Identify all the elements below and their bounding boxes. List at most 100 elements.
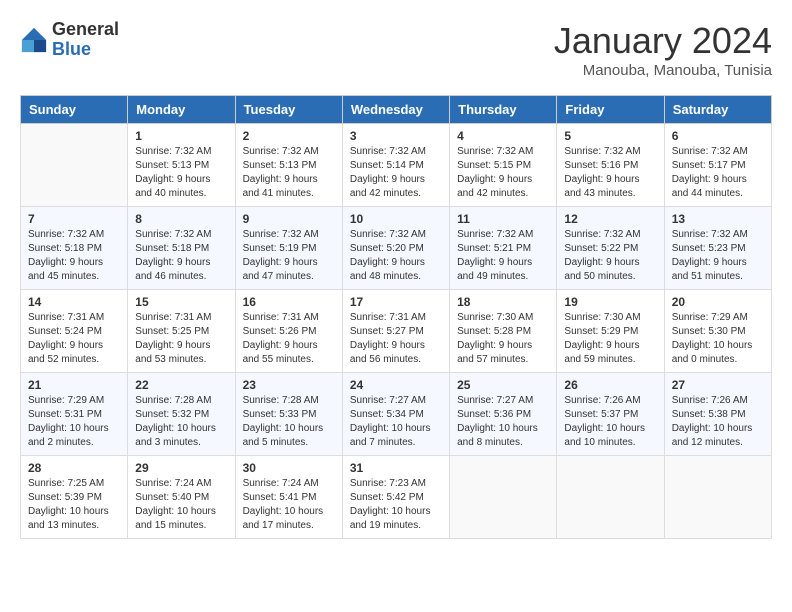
day-number: 14 [28,295,120,309]
column-header-thursday: Thursday [450,96,557,124]
calendar-cell: 11 Sunrise: 7:32 AMSunset: 5:21 PMDayligh… [450,207,557,290]
day-number: 12 [564,212,656,226]
day-info: Sunrise: 7:32 AMSunset: 5:17 PMDaylight:… [672,145,764,201]
calendar-cell: 29Sunrise: 7:24 AMSunset: 5:40 PMDayligh… [128,456,235,539]
day-info: Sunrise: 7:28 AMSunset: 5:33 PMDaylight:… [243,394,335,450]
day-number: 18 [457,295,549,309]
calendar-cell: 24 Sunrise: 7:27 AMSunset: 5:34 PMDayligh… [342,373,449,456]
calendar-week-row: 21 Sunrise: 7:29 AMSunset: 5:31 PMDayligh… [21,373,772,456]
day-info: Sunrise: 7:27 AMSunset: 5:36 PMDaylight:… [457,394,549,450]
day-number: 30 [243,461,335,475]
calendar-cell [557,456,664,539]
day-info: Sunrise: 7:32 AMSunset: 5:16 PMDaylight:… [564,145,656,201]
day-number: 11 [457,212,549,226]
column-header-tuesday: Tuesday [235,96,342,124]
logo-icon [20,26,48,54]
calendar-week-row: 7 Sunrise: 7:32 AMSunset: 5:18 PMDaylight… [21,207,772,290]
day-number: 26 [564,378,656,392]
calendar-cell: 14 Sunrise: 7:31 AMSunset: 5:24 PMDayligh… [21,290,128,373]
day-number: 28 [28,461,120,475]
calendar-cell: 10 Sunrise: 7:32 AMSunset: 5:20 PMDayligh… [342,207,449,290]
calendar-cell: 19 Sunrise: 7:30 AMSunset: 5:29 PMDayligh… [557,290,664,373]
calendar-cell [664,456,771,539]
day-number: 5 [564,129,656,143]
location: Manouba, Manouba, Tunisia [554,62,772,79]
day-number: 27 [672,378,764,392]
day-number: 9 [243,212,335,226]
day-number: 10 [350,212,442,226]
logo-general: General [52,20,119,40]
day-number: 19 [564,295,656,309]
calendar-cell: 5 Sunrise: 7:32 AMSunset: 5:16 PMDaylight… [557,124,664,207]
calendar-cell: 8 Sunrise: 7:32 AMSunset: 5:18 PMDaylight… [128,207,235,290]
logo-text: General Blue [52,20,119,60]
calendar-cell: 18 Sunrise: 7:30 AMSunset: 5:28 PMDayligh… [450,290,557,373]
day-info: Sunrise: 7:30 AMSunset: 5:29 PMDaylight:… [564,311,656,367]
day-info: Sunrise: 7:32 AMSunset: 5:23 PMDaylight:… [672,228,764,284]
day-info: Sunrise: 7:32 AMSunset: 5:18 PMDaylight:… [28,228,120,284]
calendar-cell: 4Sunrise: 7:32 AMSunset: 5:15 PMDaylight… [450,124,557,207]
day-info: Sunrise: 7:32 AMSunset: 5:21 PMDaylight:… [457,228,549,284]
calendar-week-row: 28 Sunrise: 7:25 AMSunset: 5:39 PMDayligh… [21,456,772,539]
calendar-cell: 26 Sunrise: 7:26 AMSunset: 5:37 PMDayligh… [557,373,664,456]
day-number: 29 [135,461,227,475]
day-number: 6 [672,129,764,143]
calendar-week-row: 1Sunrise: 7:32 AMSunset: 5:13 PMDaylight… [21,124,772,207]
day-number: 3 [350,129,442,143]
day-number: 31 [350,461,442,475]
day-info: Sunrise: 7:26 AMSunset: 5:37 PMDaylight:… [564,394,656,450]
day-info: Sunrise: 7:28 AMSunset: 5:32 PMDaylight:… [135,394,227,450]
day-number: 8 [135,212,227,226]
day-number: 22 [135,378,227,392]
day-info: Sunrise: 7:32 AMSunset: 5:13 PMDaylight:… [135,145,227,201]
calendar-cell: 16 Sunrise: 7:31 AMSunset: 5:26 PMDayligh… [235,290,342,373]
calendar-cell: 23 Sunrise: 7:28 AMSunset: 5:33 PMDayligh… [235,373,342,456]
calendar-cell: 20Sunrise: 7:29 AMSunset: 5:30 PMDayligh… [664,290,771,373]
month-title: January 2024 [554,20,772,62]
day-info: Sunrise: 7:30 AMSunset: 5:28 PMDaylight:… [457,311,549,367]
day-info: Sunrise: 7:24 AMSunset: 5:41 PMDaylight:… [243,477,335,533]
day-number: 7 [28,212,120,226]
calendar-cell: 13Sunrise: 7:32 AMSunset: 5:23 PMDayligh… [664,207,771,290]
day-info: Sunrise: 7:32 AMSunset: 5:14 PMDaylight:… [350,145,442,201]
day-info: Sunrise: 7:32 AMSunset: 5:20 PMDaylight:… [350,228,442,284]
calendar-cell: 3 Sunrise: 7:32 AMSunset: 5:14 PMDaylight… [342,124,449,207]
day-info: Sunrise: 7:32 AMSunset: 5:19 PMDaylight:… [243,228,335,284]
calendar-cell: 31 Sunrise: 7:23 AMSunset: 5:42 PMDayligh… [342,456,449,539]
calendar-week-row: 14 Sunrise: 7:31 AMSunset: 5:24 PMDayligh… [21,290,772,373]
column-header-friday: Friday [557,96,664,124]
day-number: 15 [135,295,227,309]
day-number: 20 [672,295,764,309]
day-number: 2 [243,129,335,143]
day-number: 21 [28,378,120,392]
day-info: Sunrise: 7:23 AMSunset: 5:42 PMDaylight:… [350,477,442,533]
day-info: Sunrise: 7:25 AMSunset: 5:39 PMDaylight:… [28,477,120,533]
calendar-cell: 12Sunrise: 7:32 AMSunset: 5:22 PMDayligh… [557,207,664,290]
day-info: Sunrise: 7:32 AMSunset: 5:18 PMDaylight:… [135,228,227,284]
column-header-monday: Monday [128,96,235,124]
calendar-cell: 28 Sunrise: 7:25 AMSunset: 5:39 PMDayligh… [21,456,128,539]
day-number: 25 [457,378,549,392]
day-info: Sunrise: 7:31 AMSunset: 5:26 PMDaylight:… [243,311,335,367]
day-number: 16 [243,295,335,309]
day-info: Sunrise: 7:27 AMSunset: 5:34 PMDaylight:… [350,394,442,450]
day-info: Sunrise: 7:29 AMSunset: 5:31 PMDaylight:… [28,394,120,450]
day-number: 24 [350,378,442,392]
title-block: January 2024 Manouba, Manouba, Tunisia [554,20,772,79]
column-header-sunday: Sunday [21,96,128,124]
day-info: Sunrise: 7:31 AMSunset: 5:25 PMDaylight:… [135,311,227,367]
calendar-cell: 17Sunrise: 7:31 AMSunset: 5:27 PMDayligh… [342,290,449,373]
column-header-saturday: Saturday [664,96,771,124]
day-info: Sunrise: 7:31 AMSunset: 5:24 PMDaylight:… [28,311,120,367]
calendar-cell: 9 Sunrise: 7:32 AMSunset: 5:19 PMDaylight… [235,207,342,290]
day-info: Sunrise: 7:26 AMSunset: 5:38 PMDaylight:… [672,394,764,450]
calendar-cell: 25 Sunrise: 7:27 AMSunset: 5:36 PMDayligh… [450,373,557,456]
calendar-cell: 27 Sunrise: 7:26 AMSunset: 5:38 PMDayligh… [664,373,771,456]
day-info: Sunrise: 7:32 AMSunset: 5:15 PMDaylight:… [457,145,549,201]
day-info: Sunrise: 7:31 AMSunset: 5:27 PMDaylight:… [350,311,442,367]
calendar-cell: 1Sunrise: 7:32 AMSunset: 5:13 PMDaylight… [128,124,235,207]
page-header: General Blue January 2024 Manouba, Manou… [20,20,772,79]
calendar-cell [21,124,128,207]
day-number: 23 [243,378,335,392]
calendar-table: SundayMondayTuesdayWednesdayThursdayFrid… [20,95,772,539]
